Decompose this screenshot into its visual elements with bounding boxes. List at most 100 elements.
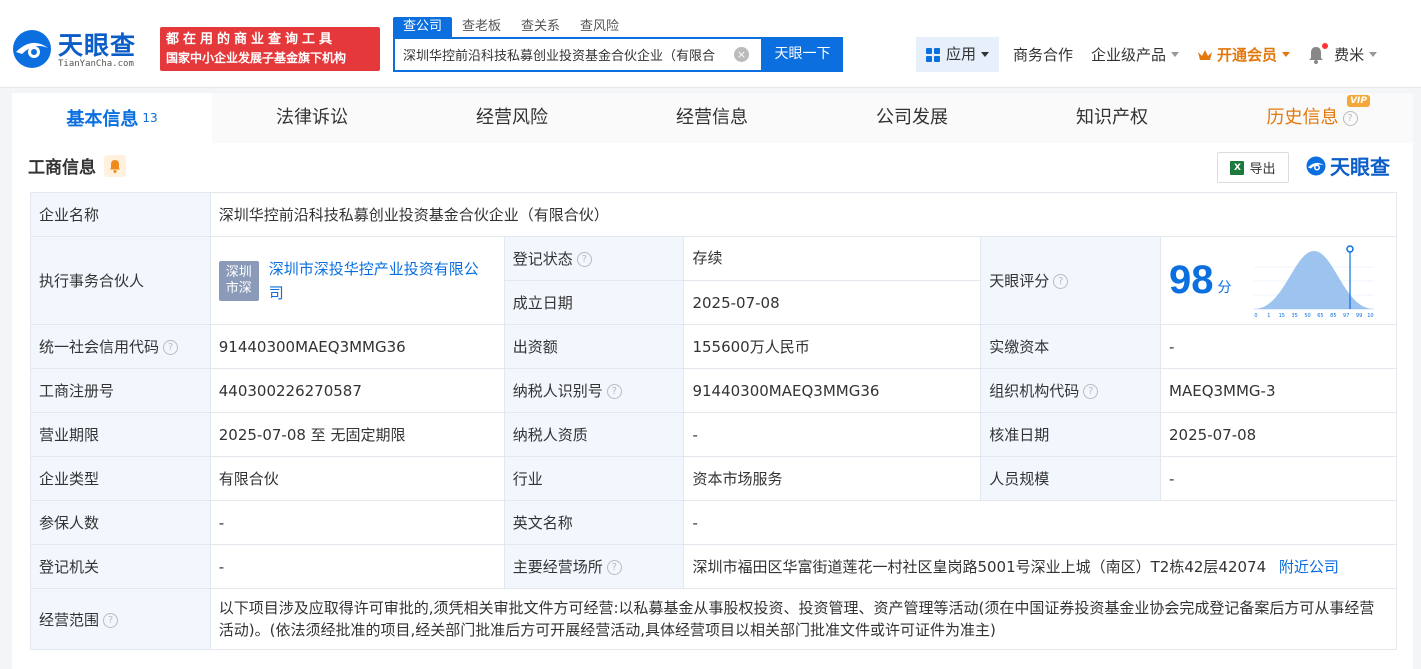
user-menu[interactable]: 费米 [1334,44,1378,65]
nearby-companies-link[interactable]: 附近公司 [1279,558,1339,576]
table-row: 企业名称 深圳华控前沿科技私募创业投资基金合伙企业（有限合伙） [30,192,1398,237]
score-distribution-chart: 0 1 15 35 50 65 85 97 99 100 [1253,244,1374,319]
established-value: 2025-07-08 [683,280,982,325]
term-label: 营业期限 [30,412,211,457]
search-type-tabs: 查公司 查老板 查关系 查风险 [393,17,629,37]
taxpayer-qual-label: 纳税人资质 [503,412,685,457]
paid-capital-value: - [1160,324,1397,369]
subscribe-bell-icon[interactable] [104,154,126,177]
search-tab-company[interactable]: 查公司 [393,17,453,37]
established-label: 成立日期 [503,280,685,325]
help-icon[interactable]: ? [1342,111,1358,126]
promo-banner[interactable]: 都在用的商业查询工具 国家中小企业发展子基金旗下机构 [160,27,380,71]
english-name-value: - [683,500,1397,545]
search-tab-boss[interactable]: 查老板 [452,17,511,37]
partner-avatar: 深圳 市深 [218,260,259,301]
table-row: 工商注册号 440300226270587 纳税人识别号? 91440300MA… [30,368,1397,413]
scope-value: 以下项目涉及应取得许可审批的,须凭相关审批文件方可经营:以私募基金从事股权投资、… [209,588,1398,650]
vip-menu[interactable]: 开通会员 [1197,44,1291,65]
tab-label: 历史信息 [1266,107,1339,128]
crown-icon [1198,49,1213,60]
avatar-text-1: 深圳 [225,264,252,280]
capital-value: 155600万人民币 [683,324,982,369]
table-row: 营业期限 2025-07-08 至 无固定期限 纳税人资质 - 核准日期 202… [30,412,1397,457]
help-icon[interactable]: ? [606,560,622,575]
search-tab-risk[interactable]: 查风险 [570,17,629,37]
score-chart-tick-label: 35 [1291,313,1297,319]
help-icon[interactable]: ? [1053,274,1069,289]
section-title: 工商信息 [28,153,126,178]
tab-legal[interactable]: 法律诉讼 [212,93,412,143]
reg-no-label: 工商注册号 [30,368,211,413]
table-row: 统一社会信用代码? 91440300MAEQ3MMG36 出资额 155600万… [30,324,1397,369]
search-input[interactable] [395,39,725,70]
company-name-value: 深圳华控前沿科技私募创业投资基金合伙企业（有限合伙） [209,192,1398,237]
enterprise-products-menu[interactable]: 企业级产品 [1091,44,1180,65]
partner-link[interactable]: 深圳市深投华控产业投资有限公司 [269,257,489,305]
industry-label: 行业 [503,456,685,501]
clear-icon[interactable]: × [734,47,749,62]
promo-line-2: 国家中小企业发展子基金旗下机构 [166,51,347,65]
score-chart-tick-label: 85 [1330,313,1336,319]
score-chart-tick-label: 65 [1317,313,1323,319]
chevron-down-icon [1171,52,1180,57]
help-icon[interactable]: ? [103,612,119,628]
main-content: 基本信息 13 法律诉讼 经营风险 经营信息 公司发展 知识产权 历史信息? VI… [12,93,1413,669]
export-button[interactable]: X 导出 [1217,152,1289,183]
score-value: 98 [1169,258,1214,302]
search-button[interactable]: 天眼一下 [762,37,843,72]
type-label: 企业类型 [30,456,211,501]
tab-operation[interactable]: 经营信息 [612,93,812,143]
score-cell[interactable]: 98 分 0 1 15 35 50 65 85 97 99 100 [1160,236,1397,325]
approval-date-value: 2025-07-08 [1160,412,1397,457]
help-icon[interactable]: ? [163,340,179,355]
top-header: 天眼查 TianYanCha.com 都在用的商业查询工具 国家中小企业发展子基… [0,0,1421,88]
enterprise-products-label: 企业级产品 [1091,46,1167,64]
capital-label: 出资额 [503,324,685,369]
taxpayer-id-value: 91440300MAEQ3MMG36 [683,368,982,413]
help-icon[interactable]: ? [1083,384,1099,399]
staff-label: 人员规模 [980,456,1162,501]
search-tab-relation[interactable]: 查关系 [511,17,570,37]
logo-eye-icon [1306,156,1326,175]
label-text: 主要经营场所 [512,558,603,576]
business-info-table: 企业名称 深圳华控前沿科技私募创业投资基金合伙企业（有限合伙） 执行事务合伙人 … [30,192,1398,650]
logo-subtext: TianYanCha.com [58,59,134,69]
address-value: 深圳市福田区华富街道莲花一村社区皇岗路5001号深业上城（南区）T2栋42层42… [692,558,1267,576]
tianyancha-logo[interactable]: 天眼查 TianYanCha.com [10,26,152,72]
tab-risk[interactable]: 经营风险 [412,93,612,143]
label-text: 统一社会信用代码 [39,338,160,356]
promo-line-1: 都在用的商业查询工具 [166,32,337,47]
logo-text: 天眼查 [58,31,137,60]
table-row: 经营范围? 以下项目涉及应取得许可审批的,须凭相关审批文件方可经营:以私募基金从… [30,588,1398,650]
approval-date-label: 核准日期 [980,412,1162,457]
apps-menu-button[interactable]: 应用 [916,37,1000,72]
paid-capital-label: 实缴资本 [980,324,1162,369]
business-link[interactable]: 商务合作 [1013,44,1073,65]
industry-value: 资本市场服务 [683,456,982,501]
label-text: 组织机构代码 [989,382,1080,400]
tab-development[interactable]: 公司发展 [812,93,1012,143]
tab-count: 13 [142,111,158,125]
section-title-text: 工商信息 [28,158,96,178]
type-value: 有限合伙 [209,456,505,501]
apps-label: 应用 [946,45,977,63]
tab-history[interactable]: 历史信息? VIP [1212,93,1412,143]
address-label: 主要经营场所? [503,544,685,589]
tab-basic-info[interactable]: 基本信息 13 [12,93,212,143]
tab-ip[interactable]: 知识产权 [1012,93,1212,143]
taxpayer-qual-value: - [683,412,982,457]
help-icon[interactable]: ? [606,384,622,399]
detail-tabs: 基本信息 13 法律诉讼 经营风险 经营信息 公司发展 知识产权 历史信息? VI… [12,93,1413,143]
notification-bell-icon[interactable] [1308,42,1329,64]
watermark-text: 天眼查 [1330,155,1390,179]
term-value: 2025-07-08 至 无固定期限 [209,412,505,457]
authority-value: - [209,544,505,589]
score-chart-tick-label: 1 [1267,313,1270,319]
reg-no-value: 440300226270587 [209,368,505,413]
score-chart-tick-label: 15 [1278,313,1284,319]
reg-status-value: 存续 [683,236,982,281]
tab-label: 基本信息 [66,109,139,130]
label-text: 天眼评分 [989,272,1050,290]
help-icon[interactable]: ? [576,252,592,267]
